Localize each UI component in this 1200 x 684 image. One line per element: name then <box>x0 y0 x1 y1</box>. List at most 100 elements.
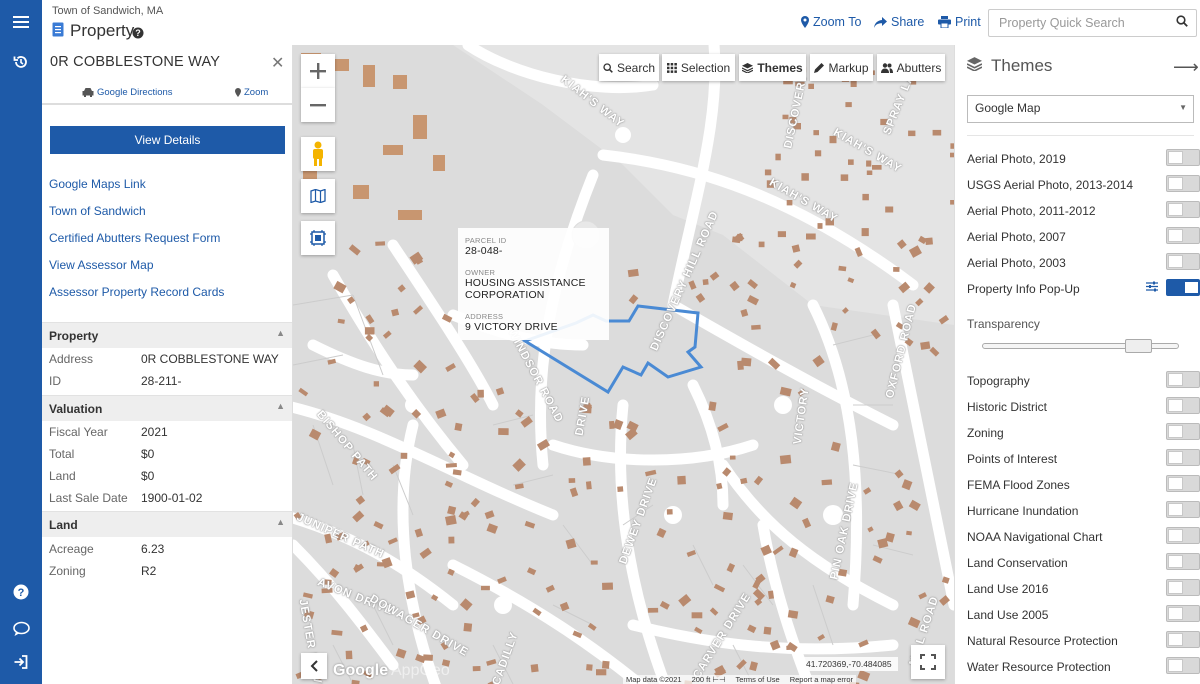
menu-icon[interactable] <box>11 12 31 32</box>
svg-text:?: ? <box>18 587 25 599</box>
layer-toggle[interactable] <box>1166 579 1200 596</box>
terms-link[interactable]: Terms of Use <box>736 675 780 684</box>
building-footprint <box>729 455 736 460</box>
layer-toggle[interactable] <box>1166 527 1200 544</box>
zoom-out-button[interactable] <box>301 88 335 122</box>
basemap-toggle-button[interactable] <box>301 179 335 213</box>
toggle-knob <box>1168 203 1183 216</box>
zoom-in-button[interactable] <box>301 54 335 88</box>
building-footprint <box>498 428 509 436</box>
layer-name: Land Use 2016 <box>967 582 1049 596</box>
map-view[interactable]: KIAH'S WAY KIAH'S WAY KIAH'S WAY DISCOVE… <box>293 45 954 684</box>
toggle-knob <box>1168 529 1183 542</box>
scale-label: 200 ft <box>691 675 711 684</box>
share-button[interactable]: Share <box>874 15 924 29</box>
layer-toggle[interactable] <box>1166 631 1200 648</box>
property-record-cards-link[interactable]: Assessor Property Record Cards <box>49 285 224 299</box>
help-circle-icon[interactable]: ? <box>132 27 144 42</box>
property-section-header[interactable]: Property ▲ <box>42 322 292 348</box>
layer-toggle[interactable] <box>1166 423 1200 440</box>
document-icon <box>52 22 64 40</box>
layer-toggle[interactable] <box>1166 605 1200 622</box>
building-footprint <box>840 174 849 181</box>
selection-frame-icon <box>310 230 326 246</box>
search-tool-button[interactable]: Search <box>599 54 659 81</box>
print-button[interactable]: Print <box>938 15 981 29</box>
layer-name: Historic District <box>967 400 1047 414</box>
google-maps-link[interactable]: Google Maps Link <box>49 177 146 191</box>
basemap-select[interactable]: Google Map ▼ <box>967 95 1194 123</box>
property-quick-search-input[interactable] <box>988 9 1197 37</box>
section-title: Valuation <box>49 402 103 416</box>
help-icon[interactable]: ? <box>11 582 31 602</box>
collapse-arrow-icon[interactable]: ⟶ <box>1173 57 1199 78</box>
sliders-icon[interactable] <box>1146 281 1158 295</box>
history-icon[interactable] <box>11 52 31 72</box>
layer-toggle[interactable] <box>1166 501 1200 518</box>
google-logo[interactable]: Google <box>333 662 388 680</box>
building-footprint <box>808 83 814 89</box>
report-map-error-link[interactable]: Report a map error <box>790 675 853 684</box>
search-tool-label: Search <box>616 60 656 75</box>
layer-toggle[interactable] <box>1166 201 1200 218</box>
layer-toggle[interactable] <box>1166 397 1200 414</box>
layer-row: Historic District <box>967 397 1200 417</box>
certified-abutters-link[interactable]: Certified Abutters Request Form <box>49 231 220 245</box>
building-footprint <box>920 341 931 350</box>
layer-name: FEMA Flood Zones <box>967 478 1070 492</box>
toggle-knob <box>1168 451 1183 464</box>
assessor-map-link[interactable]: View Assessor Map <box>49 258 154 272</box>
building-footprint <box>767 590 775 600</box>
layer-name: USGS Aerial Photo, 2013-2014 <box>967 178 1134 192</box>
detail-row: Total $0 <box>42 443 292 465</box>
nav-rail: ? <box>0 0 42 684</box>
collapse-panel-button[interactable] <box>301 653 327 679</box>
building-footprint <box>817 223 823 229</box>
zoom-to-button[interactable]: Zoom To <box>801 15 861 29</box>
zoom-link[interactable]: Zoom <box>235 87 268 98</box>
detail-label: Address <box>49 352 94 366</box>
transparency-slider-thumb[interactable] <box>1125 339 1152 353</box>
popup-owner-value: CORPORATION <box>465 289 545 301</box>
layer-toggle[interactable] <box>1166 449 1200 466</box>
close-icon[interactable]: ✕ <box>271 53 284 73</box>
themes-tool-button[interactable]: Themes <box>739 54 806 81</box>
map-attribution: Map data ©2021 200 ft ⊢⊣ Terms of Use Re… <box>623 675 857 684</box>
detail-value: $0 <box>141 447 155 461</box>
markup-tool-button[interactable]: Markup <box>810 54 873 81</box>
view-details-button[interactable]: View Details <box>50 126 285 154</box>
identify-tool-button[interactable] <box>301 221 335 255</box>
layer-toggle[interactable] <box>1166 227 1200 244</box>
fullscreen-button[interactable] <box>911 645 945 679</box>
building-footprint <box>617 486 624 492</box>
building-footprint <box>758 241 765 248</box>
chevron-up-icon: ▲ <box>276 328 285 338</box>
valuation-section-header[interactable]: Valuation ▲ <box>42 395 292 421</box>
layer-name: Natural Resource Protection <box>967 634 1118 648</box>
layer-toggle[interactable] <box>1166 175 1200 192</box>
sign-in-icon[interactable] <box>11 652 31 672</box>
land-section-header[interactable]: Land ▲ <box>42 511 292 537</box>
toggle-knob <box>1168 177 1183 190</box>
layer-toggle[interactable] <box>1166 279 1200 296</box>
layer-toggle[interactable] <box>1166 475 1200 492</box>
zoom-to-label: Zoom To <box>813 15 862 29</box>
town-of-sandwich-link[interactable]: Town of Sandwich <box>49 204 146 218</box>
layer-name: Property Info Pop-Up <box>967 282 1080 296</box>
layer-toggle[interactable] <box>1166 149 1200 166</box>
building-footprint <box>677 475 686 485</box>
detail-value: 2021 <box>141 425 168 439</box>
abutters-tool-button[interactable]: Abutters <box>877 54 945 81</box>
layer-toggle[interactable] <box>1166 371 1200 388</box>
chat-icon[interactable] <box>11 619 31 639</box>
search-icon[interactable] <box>1176 15 1188 30</box>
google-directions-link[interactable]: Google Directions <box>82 87 173 98</box>
layer-toggle[interactable] <box>1166 253 1200 270</box>
layer-toggle[interactable] <box>1166 657 1200 674</box>
street-view-pegman[interactable] <box>301 137 335 171</box>
layer-row: Aerial Photo, 2019 <box>967 149 1200 169</box>
selection-tool-button[interactable]: Selection <box>662 54 735 81</box>
detail-row: Fiscal Year 2021 <box>42 421 292 443</box>
building-footprint <box>722 511 734 521</box>
layer-toggle[interactable] <box>1166 553 1200 570</box>
